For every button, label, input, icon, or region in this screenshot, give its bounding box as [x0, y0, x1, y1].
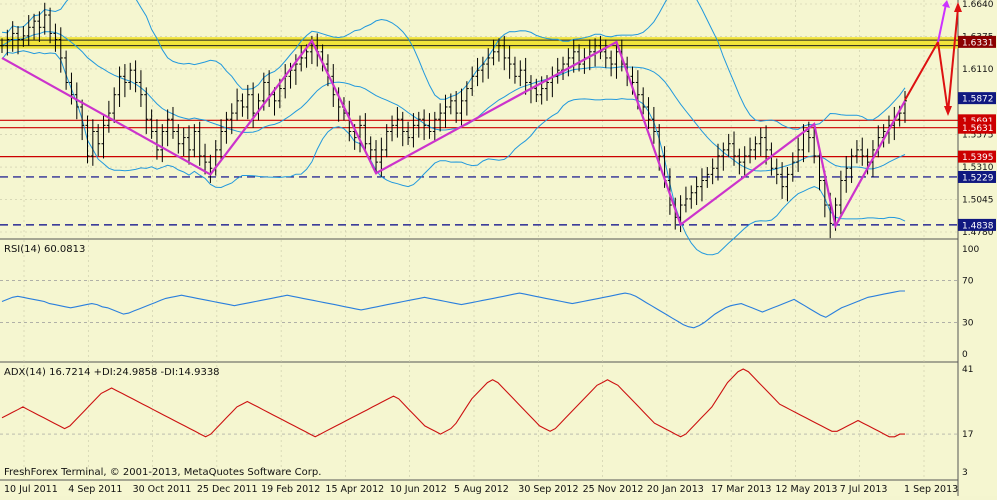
chart-background: [0, 0, 997, 496]
chart-window: 1.66401.63751.61101.55751.53101.50451.47…: [0, 0, 997, 496]
rsi-tick-label: 30: [962, 319, 974, 329]
price-tag: 1.5631: [958, 121, 996, 134]
x-tick-label: 10 Jun 2012: [390, 484, 447, 495]
price-tick-label: 1.6640: [962, 0, 994, 10]
chart-canvas: 1.66401.63751.61101.55751.53101.50451.47…: [0, 0, 997, 496]
adx-tick-label: 3: [962, 468, 968, 478]
x-tick-label: 30 Oct 2011: [133, 484, 192, 495]
price-tag: 1.4838: [958, 218, 996, 231]
rsi-tick-label: 100: [962, 245, 979, 255]
x-tick-label: 20 Jan 2013: [647, 484, 704, 495]
x-tick-label: 4 Sep 2011: [68, 484, 122, 495]
price-tag: 1.5229: [958, 170, 996, 183]
resistance-band: [0, 37, 958, 49]
x-tick-label: 30 Sep 2012: [518, 484, 578, 495]
adx-title: ADX(14) 16.7214 +DI:24.9858 -DI:14.9338: [4, 367, 220, 378]
adx-tick-label: 17: [962, 430, 973, 440]
x-tick-label: 5 Aug 2012: [454, 484, 509, 495]
price-tag: 1.5395: [958, 150, 996, 163]
x-tick-label: 15 Apr 2012: [325, 484, 384, 495]
adx-tick-label: 41: [962, 365, 973, 375]
x-tick-label: 25 Dec 2011: [197, 484, 258, 495]
rsi-tick-label: 0: [962, 350, 968, 360]
x-tick-label: 25 Nov 2012: [583, 484, 644, 495]
price-tag-label: 1.5229: [962, 173, 994, 183]
price-tag: 1.5872: [958, 92, 996, 105]
price-tick-label: 1.5045: [962, 196, 994, 206]
x-tick-label: 17 Mar 2013: [711, 484, 771, 495]
x-tick-label: 12 May 2013: [775, 484, 837, 495]
price-tag-label: 1.5872: [962, 95, 994, 105]
price-tag-label: 1.5395: [962, 153, 994, 163]
rsi-title: RSI(14) 60.0813: [4, 244, 85, 255]
price-tick-label: 1.6110: [962, 65, 994, 75]
rsi-tick-label: 70: [962, 277, 974, 287]
x-tick-label: 1 Sep 2013: [904, 484, 958, 495]
x-tick-label: 10 Jul 2011: [4, 484, 58, 495]
price-tag-label: 1.6331: [962, 38, 994, 48]
price-tag: 1.6331: [958, 35, 996, 48]
price-tag-label: 1.5631: [962, 124, 994, 134]
copyright-text: FreshForex Terminal, © 2001-2013, MetaQu…: [4, 467, 321, 478]
price-tag-label: 1.4838: [962, 221, 994, 231]
x-tick-label: 19 Feb 2012: [261, 484, 320, 495]
x-tick-label: 7 Jul 2013: [840, 484, 888, 495]
